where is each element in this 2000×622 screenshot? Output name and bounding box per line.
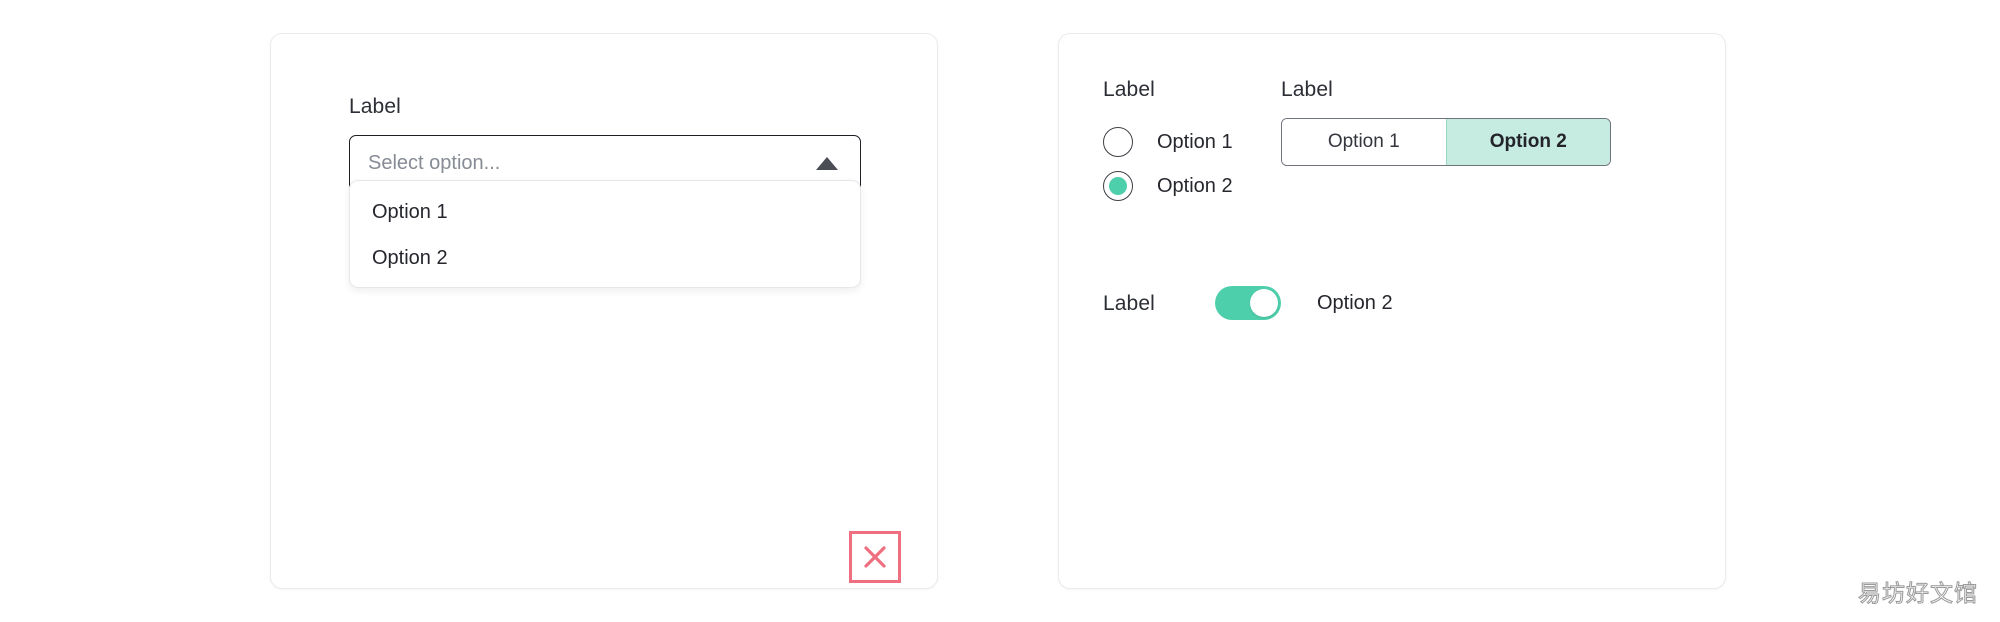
radio-circle-icon <box>1103 171 1133 201</box>
toggle-switch[interactable] <box>1215 286 1281 320</box>
select-placeholder-text: Select option... <box>368 152 501 174</box>
radio-option-2[interactable]: Option 2 <box>1103 164 1343 208</box>
toggle-field-label: Label <box>1103 291 1155 315</box>
segment-option-1[interactable]: Option 1 <box>1282 119 1446 165</box>
select-option-1[interactable]: Option 1 <box>350 189 860 235</box>
select-dropdown-menu[interactable]: Option 1 Option 2 <box>349 180 861 288</box>
toggle-knob <box>1250 289 1278 317</box>
radio-option-2-label: Option 2 <box>1157 174 1233 197</box>
toggle-field-group: Label Option 2 <box>1103 286 1393 320</box>
toggle-value-label: Option 2 <box>1317 291 1393 314</box>
page-root: { "theme": { "accent": "#4ECFAB", "accen… <box>0 0 2000 622</box>
close-x-icon <box>864 546 886 568</box>
select-option-2[interactable]: Option 2 <box>350 235 860 281</box>
caret-up-icon[interactable] <box>816 157 838 170</box>
segmented-field-label: Label <box>1281 78 1333 101</box>
segmented-field-group: Label Option 1 Option 2 <box>1281 79 1611 166</box>
radio-option-1-label: Option 1 <box>1157 130 1233 153</box>
select-field-label: Label <box>349 95 401 118</box>
select-field-group: Label Select option... Option 1 Option 2 <box>349 95 861 288</box>
radio-circle-icon <box>1103 127 1133 157</box>
select-demo-card: Label Select option... Option 1 Option 2 <box>270 33 938 589</box>
controls-demo-card: Label Option 1 Option 2 Label Option 1 O… <box>1058 33 1726 589</box>
radio-dot-icon <box>1109 177 1127 195</box>
status-badge-error <box>849 531 901 583</box>
segmented-control[interactable]: Option 1 Option 2 <box>1281 118 1611 166</box>
watermark-text: 易坊好文馆 <box>1858 581 1978 608</box>
segment-option-2[interactable]: Option 2 <box>1445 119 1610 165</box>
